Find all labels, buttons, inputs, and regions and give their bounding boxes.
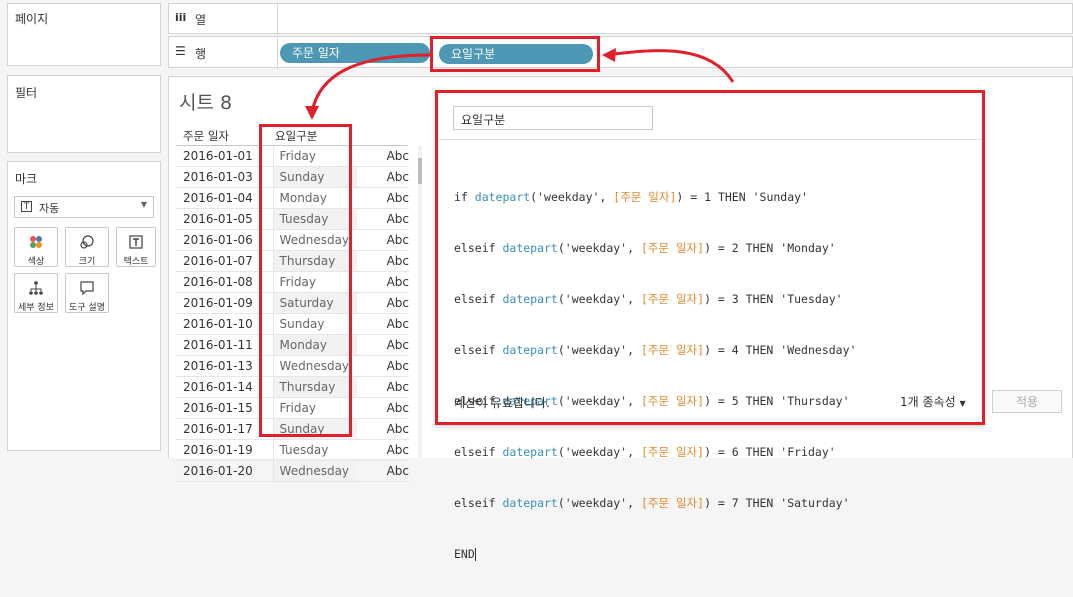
- formula-arg: 'weekday': [564, 496, 628, 510]
- formula-result: 'Saturday': [780, 496, 850, 510]
- formula-field: [주문 일자]: [640, 496, 705, 510]
- text-cursor: [474, 548, 476, 561]
- formula-comma: ,: [627, 496, 641, 510]
- date-cell: 2016-01-20: [176, 461, 274, 481]
- formula-paren: (: [557, 496, 565, 510]
- formula-then: THEN: [745, 496, 774, 510]
- value-cell: Abc: [386, 464, 409, 478]
- annotation-arrows: [305, 48, 735, 120]
- formula-keyword: elseif: [454, 496, 503, 510]
- formula-end: END: [454, 547, 475, 561]
- formula-line: elseif datepart('weekday', [주문 일자]) = 7 …: [454, 495, 974, 512]
- formula-eq: ) =: [704, 496, 732, 510]
- formula-space: [739, 496, 746, 510]
- weekday-cell: Wednesday: [273, 461, 358, 481]
- arrow-to-column: [310, 53, 431, 113]
- arrow-to-pill: [605, 49, 735, 83]
- formula-line: END: [454, 546, 974, 563]
- formula-space: [773, 496, 780, 510]
- formula-number: 7: [731, 496, 739, 510]
- arrow-to-column-head: [305, 106, 319, 120]
- formula-function: datepart: [502, 496, 558, 510]
- table-row: 2016-01-20 Wednesday Abc: [176, 461, 409, 482]
- arrow-to-pill-head: [602, 48, 616, 62]
